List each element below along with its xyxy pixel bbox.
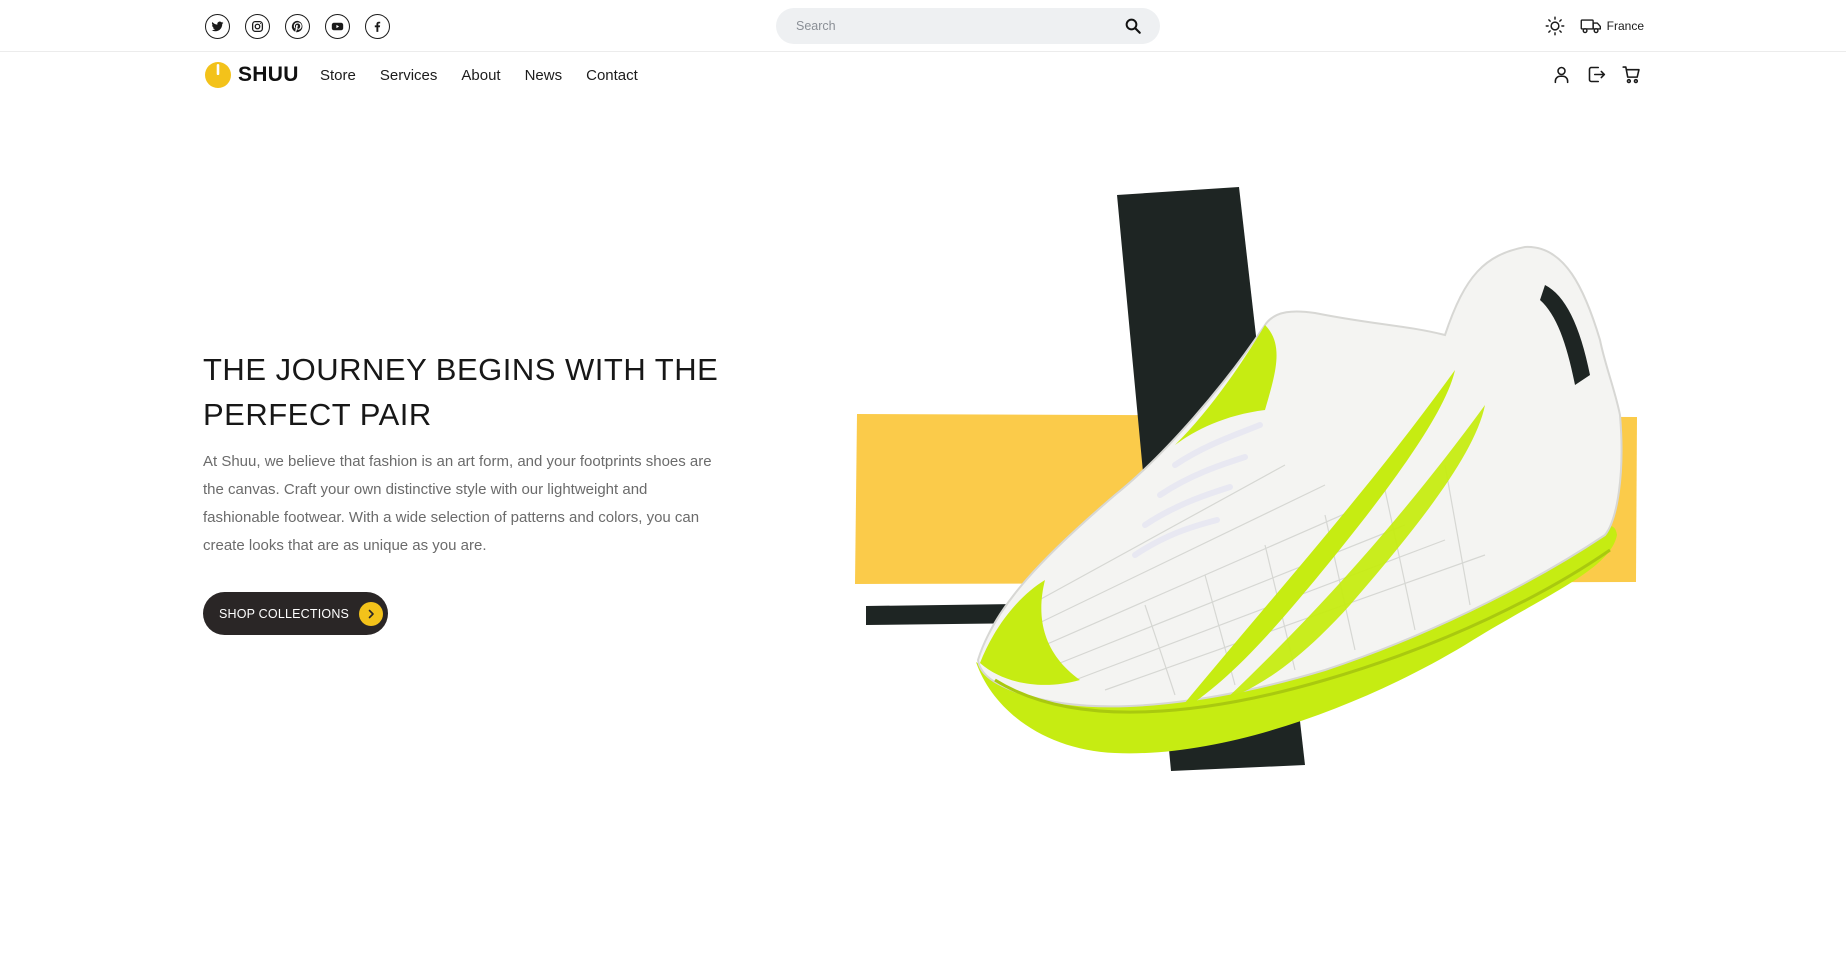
youtube-icon[interactable] [325,14,350,39]
cart-icon[interactable] [1621,64,1642,85]
chevron-right-icon [359,601,384,626]
nav-link-news[interactable]: News [525,67,563,84]
sun-icon[interactable] [1544,15,1566,37]
nav-link-services[interactable]: Services [380,67,438,84]
logout-icon[interactable] [1586,64,1607,85]
top-right-controls: France [1544,15,1644,37]
search-icon[interactable] [1124,17,1142,35]
facebook-icon[interactable] [365,14,390,39]
truck-icon [1580,19,1601,34]
brand-name: SHUU [238,63,299,86]
hero-title: THE JOURNEY BEGINS WITH THE PERFECT PAIR [203,352,719,432]
shop-collections-button[interactable]: SHOP COLLECTIONS [203,592,388,635]
twitter-icon[interactable] [205,14,230,39]
social-links [205,14,390,39]
main-nav: SHUU Store Services About News Contact [0,53,1846,99]
hero-description: At Shuu, we believe that fashion is an a… [203,453,712,554]
region-label: France [1606,19,1644,33]
search-input[interactable] [776,19,1124,33]
nav-link-contact[interactable]: Contact [586,67,638,84]
user-icon[interactable] [1551,64,1572,85]
region-selector[interactable]: France [1580,17,1644,35]
instagram-icon[interactable] [245,14,270,39]
logo-mark-icon [205,62,231,88]
search-bar [776,8,1160,44]
nav-link-store[interactable]: Store [320,67,356,84]
cta-label: SHOP COLLECTIONS [219,606,350,621]
pinterest-icon[interactable] [285,14,310,39]
brand-logo[interactable]: SHUU [204,61,299,89]
nav-menu: Store Services About News Contact [320,67,638,84]
account-actions [1551,64,1642,85]
nav-link-about[interactable]: About [461,67,500,84]
hero-product-image [855,187,1637,771]
top-bar: France [0,0,1846,52]
